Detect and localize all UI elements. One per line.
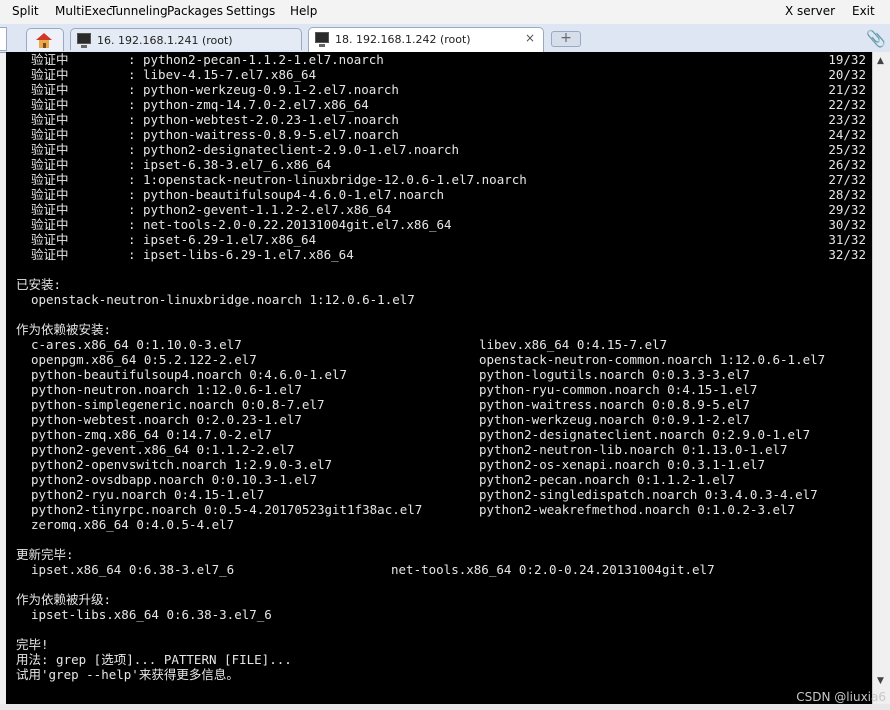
menu-split[interactable]: Split [12,4,39,18]
dep-row: python2-tinyrpc.noarch 0:0.5-4.20170523g… [31,502,796,517]
home-icon [36,33,52,48]
verify-row: 验证中: net-tools-2.0-0.22.20131004git.el7.x… [31,217,866,232]
dep-row: python2-ryu.noarch 0:4.15-1.el7 python2-s… [31,487,818,502]
verify-row: 验证中: python2-designateclient-2.9.0-1.el7.… [31,142,866,157]
scroll-up-icon[interactable]: ▲ [877,56,884,66]
dep-row: python-neutron.noarch 1:12.0.6-1.el7 pyth… [31,382,758,397]
verify-row: 验证中: python-beautifulsoup4-4.6.0-1.el7.no… [31,187,866,202]
updated-items: ipset.x86_64 0:6.38-3.el7_6 net-tools.x8… [31,562,715,577]
verify-row: 验证中: python-werkzeug-0.9.1-2.el7.noarch 21… [31,82,866,97]
verify-row: 验证中: ipset-6.29-1.el7.x86_64 31/32 [31,232,866,247]
verify-row: 验证中: ipset-libs-6.29-1.el7.x86_64 32/32 [31,247,866,262]
verify-row: 验证中: python2-gevent-1.1.2-2.el7.x86_64 29/… [31,202,866,217]
dep-row: python-zmq.x86_64 0:14.7.0-2.el7 python2-… [31,427,811,442]
upgraded-heading: 作为依赖被升级: [16,592,112,607]
scroll-down-icon[interactable]: ▼ [877,676,884,686]
menu-help[interactable]: Help [290,4,317,18]
plus-icon: + [560,30,572,46]
dep-row: python2-gevent.x86_64 0:1.1.2-2.el7 pytho… [31,442,788,457]
done-text: 完毕! [16,637,49,652]
home-tab[interactable] [26,28,64,51]
dep-row: python-webtest.noarch 0:2.0.23-1.el7 pyth… [31,412,750,427]
terminal-output[interactable]: 验证中: python2-pecan-1.1.2-1.el7.noarch 19/3… [6,52,872,704]
watermark: CSDN @liuxia6 [796,690,886,704]
menu-settings[interactable]: Settings [226,4,275,18]
verify-row: 验证中: python2-pecan-1.1.2-1.el7.noarch 19/3… [31,52,866,67]
hint-text: 试用'grep --help'来获得更多信息。 [16,667,239,682]
menu-exit[interactable]: Exit [852,4,875,18]
installed-item: openstack-neutron-linuxbridge.noarch 1:1… [31,292,415,307]
tab-label: 18. 192.168.1.242 (root) [335,33,471,46]
menu-xserver[interactable]: X server [785,4,835,18]
verify-row: 验证中: python-webtest-2.0.23-1.el7.noarch 23… [31,112,866,127]
new-tab-button[interactable]: + [551,31,581,47]
vertical-scrollbar[interactable]: ▲ ▼ [872,52,890,704]
tab-label: 16. 192.168.1.241 (root) [97,34,233,47]
verify-row: 验证中: python-waitress-0.8.9-5.el7.noarch 24… [31,127,866,142]
installed-heading: 已安装: [16,277,62,292]
tab-session-16[interactable]: 16. 192.168.1.241 (root) [70,28,302,50]
verify-row: 验证中: libev-4.15-7.el7.x86_64 20/32 [31,67,866,82]
dep-row: c-ares.x86_64 0:1.10.0-3.el7 libev.x86_64… [31,337,668,352]
terminal-icon [77,33,91,48]
verify-row: 验证中: ipset-6.38-3.el7_6.x86_64 26/32 [31,157,866,172]
usage-text: 用法: grep [选项]... PATTERN [FILE]... [16,652,292,667]
menu-bar: Split MultiExec Tunneling Packages Setti… [0,0,890,24]
dep-row: zeromq.x86_64 0:4.0.5-4.el7 [31,517,235,532]
status-strip [0,704,890,710]
dep-row: python-beautifulsoup4.noarch 0:4.6.0-1.e… [31,367,750,382]
terminal-icon [315,32,329,47]
dep-row: python2-ovsdbapp.noarch 0:0.10.3-1.el7 py… [31,472,735,487]
tab-session-18[interactable]: 18. 192.168.1.242 (root) × [308,27,544,52]
close-icon[interactable]: × [525,31,535,45]
menu-multiexec[interactable]: MultiExec [55,4,113,18]
dep-row: python2-openvswitch.noarch 1:2.9.0-3.el7… [31,457,765,472]
updated-heading: 更新完毕: [16,547,74,562]
dep-row: python-simplegeneric.noarch 0:0.8-7.el7 p… [31,397,750,412]
menu-packages[interactable]: Packages [167,4,223,18]
deps-heading: 作为依赖被安装: [16,322,112,337]
tab-bar-edge [0,27,7,51]
upgraded-item: ipset-libs.x86_64 0:6.38-3.el7_6 [31,607,272,622]
dep-row: openpgm.x86_64 0:5.2.122-2.el7 openstack-… [31,352,826,367]
verify-row: 验证中:1:openstack-neutron-linuxbridge-12.0… [31,172,866,187]
menu-tunneling[interactable]: Tunneling [110,4,168,18]
verify-row: 验证中: python-zmq-14.7.0-2.el7.x86_64 22/32 [31,97,866,112]
attach-icon[interactable]: 📎 [866,29,886,48]
